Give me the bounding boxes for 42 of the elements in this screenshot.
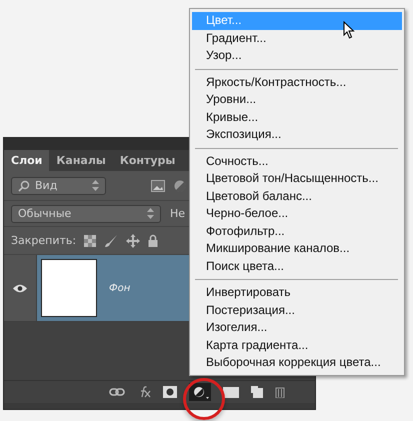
panel-tab[interactable]: Контуры xyxy=(112,150,182,171)
blend-mode-value: Обычные xyxy=(18,207,72,220)
menu-item[interactable]: Черно-белое... xyxy=(192,205,402,222)
image-icon[interactable] xyxy=(151,180,165,192)
menu-item[interactable]: Градиент... xyxy=(192,30,402,47)
checkerboard-icon[interactable] xyxy=(84,234,96,246)
cursor-icon xyxy=(343,21,355,39)
panel-tab[interactable]: Слои xyxy=(4,150,50,171)
highlight-circle xyxy=(183,378,225,420)
menu-item[interactable]: Сочность... xyxy=(192,152,402,170)
menu-item[interactable]: Цветовой тон/Насыщенность... xyxy=(192,170,402,188)
opacity-label: Не xyxy=(170,207,186,220)
new-layer-icon[interactable] xyxy=(251,386,263,398)
menu-item[interactable]: Выборочная коррекция цвета... xyxy=(192,354,402,372)
menu-item[interactable]: Микширование каналов... xyxy=(192,240,402,258)
menu-item[interactable]: Узор... xyxy=(192,47,402,64)
layer-thumbnail xyxy=(41,259,97,317)
updown-icon xyxy=(92,180,99,191)
lock-icon[interactable] xyxy=(148,234,158,247)
blend-mode-dropdown[interactable]: Обычные xyxy=(11,204,161,222)
panel-tab[interactable]: Каналы xyxy=(49,150,113,171)
menu-item[interactable]: Фотофильтр... xyxy=(192,222,402,240)
move-icon[interactable] xyxy=(126,234,140,248)
menu-item[interactable]: Кривые... xyxy=(192,108,402,126)
menu-item[interactable]: Яркость/Контрастность... xyxy=(192,74,402,91)
menu-item[interactable]: Уровни... xyxy=(192,91,402,108)
trash-icon[interactable] xyxy=(275,386,285,398)
updown-icon xyxy=(147,208,154,219)
menu-item[interactable]: Карта градиента... xyxy=(192,336,402,354)
lock-label: Закрепить: xyxy=(11,234,76,247)
menu-item[interactable]: Экспозиция... xyxy=(192,126,402,144)
eye-icon[interactable] xyxy=(13,284,27,292)
layer-name: Фон xyxy=(109,282,130,294)
link-icon[interactable] xyxy=(109,387,125,397)
menu-item[interactable]: Изогелия... xyxy=(192,319,402,336)
mask-icon[interactable] xyxy=(163,386,177,398)
menu-item[interactable]: Цветовой баланс... xyxy=(192,188,402,205)
filter-value: Вид xyxy=(35,179,58,192)
filter-dropdown[interactable]: Вид xyxy=(11,176,106,194)
search-icon xyxy=(18,180,30,192)
adjustment-icon[interactable] xyxy=(189,383,211,401)
folder-icon[interactable] xyxy=(223,386,239,398)
